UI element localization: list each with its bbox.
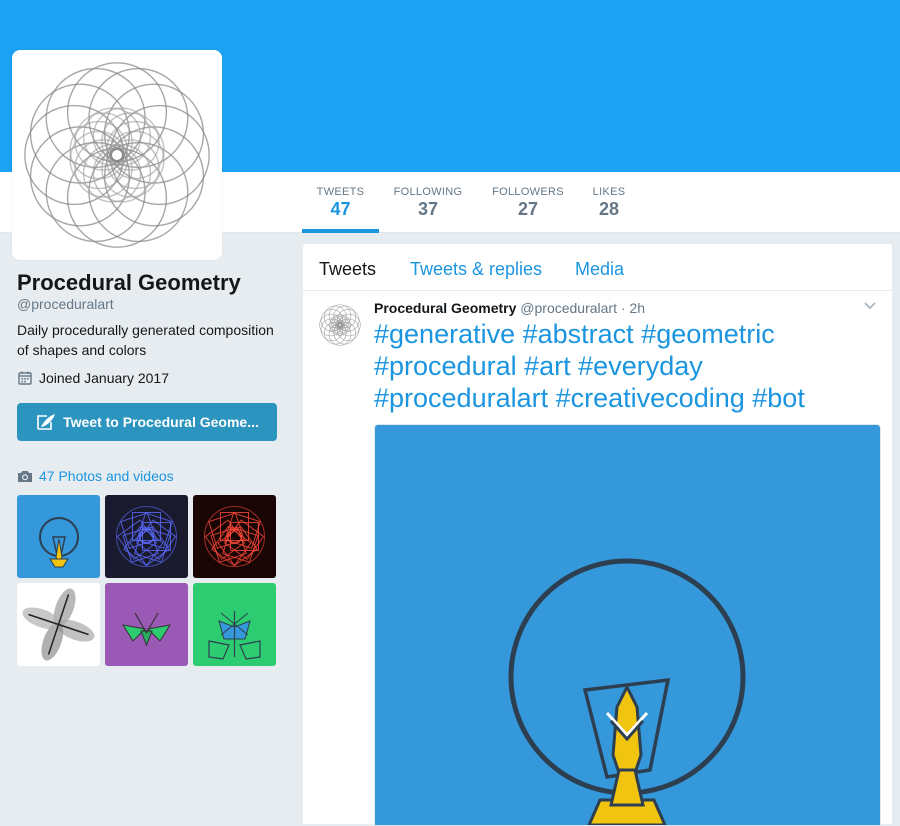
nav-followers-count: 27 (517, 199, 539, 219)
hashtag-link[interactable]: #generative (374, 319, 515, 349)
tab-media[interactable]: Media (575, 259, 624, 280)
hashtag-link[interactable]: #art (524, 351, 571, 381)
nav-following-count: 37 (417, 199, 439, 219)
compose-feather-icon (37, 414, 56, 430)
nav-likes-label: LIKES (592, 186, 626, 198)
tweet-avatar[interactable] (317, 302, 363, 348)
joined-text: Joined January 2017 (39, 370, 169, 386)
tweet-separator: · (620, 300, 626, 316)
camera-icon (18, 471, 32, 482)
tweet-author-name[interactable]: Procedural Geometry (374, 300, 516, 316)
hashtag-link[interactable]: #geometric (641, 319, 775, 349)
photo-thumbnail[interactable] (193, 495, 276, 578)
hashtag-link[interactable]: #procedural (374, 351, 517, 381)
nav-followers-label: FOLLOWERS (492, 186, 564, 198)
nav-followers[interactable]: FOLLOWERS 27 (488, 172, 568, 232)
joined-date: Joined January 2017 (17, 370, 169, 386)
thumbnail-art (121, 612, 172, 647)
nav-active-indicator (302, 229, 379, 233)
tweet-to-label: Tweet to Procedural Geome... (63, 414, 259, 430)
hashtag-link[interactable]: #proceduralart (374, 383, 548, 413)
thumbnail-art (208, 611, 261, 660)
nav-tweets-count: 47 (330, 199, 351, 219)
profile-name[interactable]: Procedural Geometry (17, 270, 241, 296)
hashtag-link[interactable]: #bot (752, 383, 805, 413)
tab-tweets-replies[interactable]: Tweets & replies (410, 259, 542, 280)
hashtag-link[interactable]: #creativecoding (556, 383, 745, 413)
nav-tweets[interactable]: TWEETS 47 (302, 172, 379, 232)
photos-videos-link[interactable]: 47 Photos and videos (17, 468, 174, 484)
avatar-geometry (24, 62, 210, 248)
tab-tweets[interactable]: Tweets (319, 259, 376, 280)
tweet-text: #generative #abstract #geometric #proced… (374, 318, 884, 414)
photos-videos-label: 47 Photos and videos (39, 468, 174, 484)
tweet-artwork (508, 558, 746, 825)
photo-thumbnail[interactable] (105, 495, 188, 578)
tweet-header: Procedural Geometry @proceduralart · 2h (374, 300, 645, 316)
photo-thumbnail[interactable] (17, 583, 100, 666)
hashtag-link[interactable]: #abstract (523, 319, 634, 349)
profile-avatar[interactable] (12, 50, 222, 260)
photo-thumbnail[interactable] (105, 583, 188, 666)
tweet-media-image[interactable] (374, 424, 881, 826)
photo-thumbnail[interactable] (17, 495, 100, 578)
nav-following[interactable]: FOLLOWING 37 (390, 172, 466, 232)
thumbnail-art (22, 588, 95, 661)
profile-bio: Daily procedurally generated composition… (17, 322, 274, 358)
nav-likes[interactable]: LIKES 28 (588, 172, 630, 232)
hashtag-link[interactable]: #everyday (578, 351, 703, 381)
thumbnail-art (204, 506, 265, 567)
profile-handle[interactable]: @proceduralart (17, 296, 114, 312)
tweet-author-handle[interactable]: @proceduralart (520, 300, 617, 316)
calendar-icon (18, 371, 32, 385)
tweet-to-button[interactable]: Tweet to Procedural Geome... (17, 403, 277, 441)
avatar-geometry (319, 304, 361, 346)
tweet-timestamp[interactable]: 2h (629, 300, 645, 316)
chevron-down-icon[interactable] (863, 298, 877, 314)
thumbnail-art (39, 517, 79, 568)
nav-tweets-label: TWEETS (316, 186, 365, 198)
photo-thumbnail[interactable] (193, 583, 276, 666)
thumbnail-art (116, 506, 177, 567)
nav-likes-count: 28 (598, 199, 620, 219)
nav-following-label: FOLLOWING (393, 186, 463, 198)
timeline-panel: Tweets Tweets & replies Media Procedural… (302, 243, 893, 826)
timeline-tabs: Tweets Tweets & replies Media (303, 244, 892, 291)
